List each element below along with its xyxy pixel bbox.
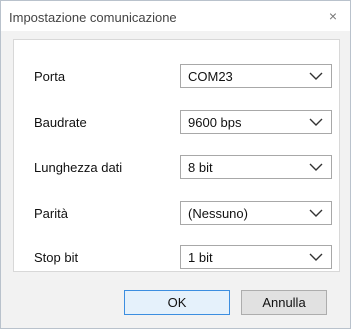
- stop-bit-value: 1 bit: [188, 250, 213, 265]
- port-select[interactable]: COM23: [180, 64, 332, 88]
- dialog-window: Impostazione comunicazione × Porta COM23…: [0, 0, 351, 329]
- chevron-down-icon: [309, 209, 323, 217]
- baudrate-select[interactable]: 9600 bps: [180, 110, 332, 134]
- window-title: Impostazione comunicazione: [9, 10, 177, 25]
- stop-bit-label: Stop bit: [34, 250, 79, 265]
- data-length-select[interactable]: 8 bit: [180, 155, 332, 179]
- cancel-button[interactable]: Annulla: [241, 290, 327, 315]
- baudrate-label: Baudrate: [34, 115, 87, 130]
- close-icon[interactable]: ×: [322, 6, 344, 26]
- chevron-down-icon: [309, 163, 323, 171]
- data-length-value: 8 bit: [188, 160, 213, 175]
- settings-panel: Porta COM23 Baudrate 9600 bps Lunghezza …: [13, 39, 340, 272]
- stop-bit-select[interactable]: 1 bit: [180, 245, 332, 269]
- chevron-down-icon: [309, 253, 323, 261]
- data-length-label: Lunghezza dati: [34, 160, 123, 175]
- title-bar: Impostazione comunicazione ×: [1, 1, 350, 31]
- parity-value: (Nessuno): [188, 206, 248, 221]
- baudrate-value: 9600 bps: [188, 115, 242, 130]
- parity-label: Parità: [34, 206, 68, 221]
- parity-select[interactable]: (Nessuno): [180, 201, 332, 225]
- chevron-down-icon: [309, 72, 323, 80]
- ok-button[interactable]: OK: [124, 290, 230, 315]
- port-label: Porta: [34, 69, 66, 84]
- chevron-down-icon: [309, 118, 323, 126]
- port-value: COM23: [188, 69, 233, 84]
